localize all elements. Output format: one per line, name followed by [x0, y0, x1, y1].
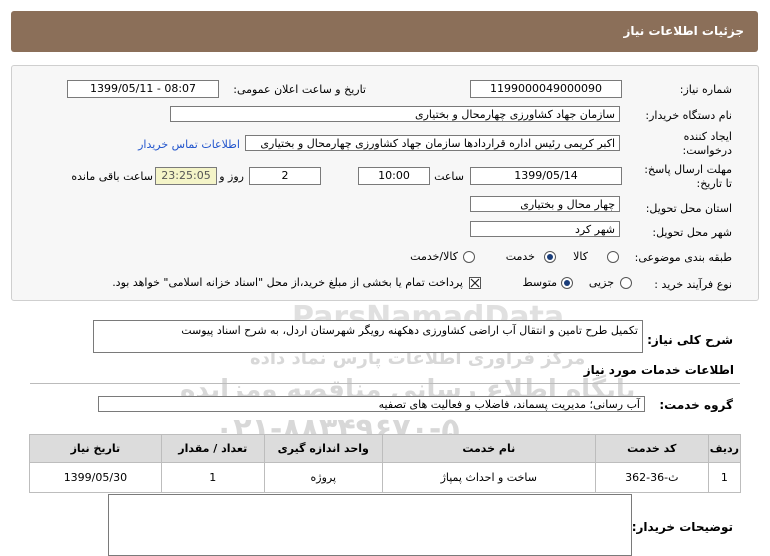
deadline-date-field: 1399/05/14	[470, 167, 622, 185]
process-option-minor: جزیی	[588, 276, 614, 289]
treasury-payment-note: پرداخت تمام یا بخشی از مبلغ خرید،از محل …	[112, 276, 463, 289]
col-header-need-date: تاریخ نیاز	[29, 434, 162, 463]
category-radio-goods[interactable]	[607, 251, 619, 263]
page-header: جزئیات اطلاعات نیاز	[11, 11, 758, 52]
deadline-time-label: ساعت	[434, 170, 464, 183]
announce-date-field: 1399/05/11 - 08:07	[67, 80, 219, 98]
checkmark-x-icon	[470, 278, 480, 288]
process-label: نوع فرآیند خرید :	[654, 278, 732, 291]
service-group-field: آب رسانی؛ مدیریت پسماند، فاضلاب و فعالیت…	[98, 396, 645, 412]
category-radio-service[interactable]	[544, 251, 556, 263]
services-table: ردیف کد خدمت نام خدمت واحد اندازه گیری ت…	[29, 434, 742, 493]
announce-date-label: تاریخ و ساعت اعلان عمومی:	[233, 83, 366, 96]
cell-service-code: ث-36-362	[594, 462, 709, 493]
need-number-label: شماره نیاز:	[679, 83, 732, 96]
section-divider	[30, 383, 740, 384]
cell-row-number: 1	[707, 462, 742, 493]
treasury-payment-checkbox[interactable]	[469, 277, 481, 289]
process-option-medium: متوسط	[522, 276, 557, 289]
remaining-time-field: 23:25:05	[155, 167, 217, 185]
category-radio-goods-service[interactable]	[463, 251, 475, 263]
table-row: 1 ث-36-362 ساخت و احداث پمپاژ پروژه 1 13…	[29, 462, 742, 493]
province-field: چهار محال و بختیاری	[470, 196, 620, 212]
table-header-row: ردیف کد خدمت نام خدمت واحد اندازه گیری ت…	[29, 434, 742, 463]
col-header-service-name: نام خدمت	[381, 434, 596, 463]
col-header-row-number: ردیف	[707, 434, 742, 463]
cell-need-date: 1399/05/30	[29, 462, 162, 493]
process-radio-minor[interactable]	[620, 277, 632, 289]
cell-unit: پروژه	[263, 462, 383, 493]
deadline-label-line1: مهلت ارسال پاسخ:	[644, 163, 732, 176]
category-option-service: خدمت	[505, 250, 535, 263]
page-title: جزئیات اطلاعات نیاز	[623, 24, 744, 38]
days-label: روز و	[219, 170, 244, 183]
category-label: طبقه بندی موضوعی:	[634, 251, 732, 264]
creator-label-line2: درخواست:	[682, 144, 732, 157]
cell-quantity: 1	[160, 462, 265, 493]
city-field: شهر کرد	[470, 221, 620, 237]
category-option-goods-service: کالا/خدمت	[410, 250, 458, 263]
buyer-notes-field	[108, 494, 632, 556]
creator-label-line1: ایجاد کننده	[683, 130, 732, 143]
creator-field: اکبر کریمی رئیس اداره قراردادها سازمان ج…	[245, 135, 620, 151]
buyer-notes-label: توضیحات خریدار:	[631, 520, 733, 534]
services-section-title: اطلاعات خدمات مورد نیاز	[583, 363, 734, 377]
category-option-goods: کالا	[573, 250, 588, 263]
col-header-quantity: تعداد / مقدار	[160, 434, 265, 463]
description-label: شرح کلی نیاز:	[647, 333, 733, 347]
buyer-org-label: نام دستگاه خریدار:	[645, 109, 732, 122]
deadline-label-line2: تا تاریخ:	[696, 177, 732, 190]
province-label: استان محل تحویل:	[645, 202, 732, 215]
need-number-field: 1199000049000090	[470, 80, 622, 98]
remaining-time-label: ساعت باقی مانده	[71, 170, 153, 183]
col-header-service-code: کد خدمت	[594, 434, 709, 463]
deadline-time-field: 10:00	[358, 167, 430, 185]
service-group-label: گروه خدمت:	[659, 398, 733, 412]
cell-service-name: ساخت و احداث پمپاژ	[381, 462, 596, 493]
col-header-unit: واحد اندازه گیری	[263, 434, 383, 463]
city-label: شهر محل تحویل:	[652, 226, 732, 239]
process-radio-medium[interactable]	[561, 277, 573, 289]
days-field: 2	[249, 167, 321, 185]
buyer-contact-link[interactable]: اطلاعات تماس خریدار	[138, 138, 240, 151]
description-field: تکمیل طرح تامین و انتقال آب اراضی کشاورز…	[93, 320, 643, 353]
buyer-org-field: سازمان جهاد کشاورزی چهارمحال و بختیاری	[170, 106, 620, 122]
